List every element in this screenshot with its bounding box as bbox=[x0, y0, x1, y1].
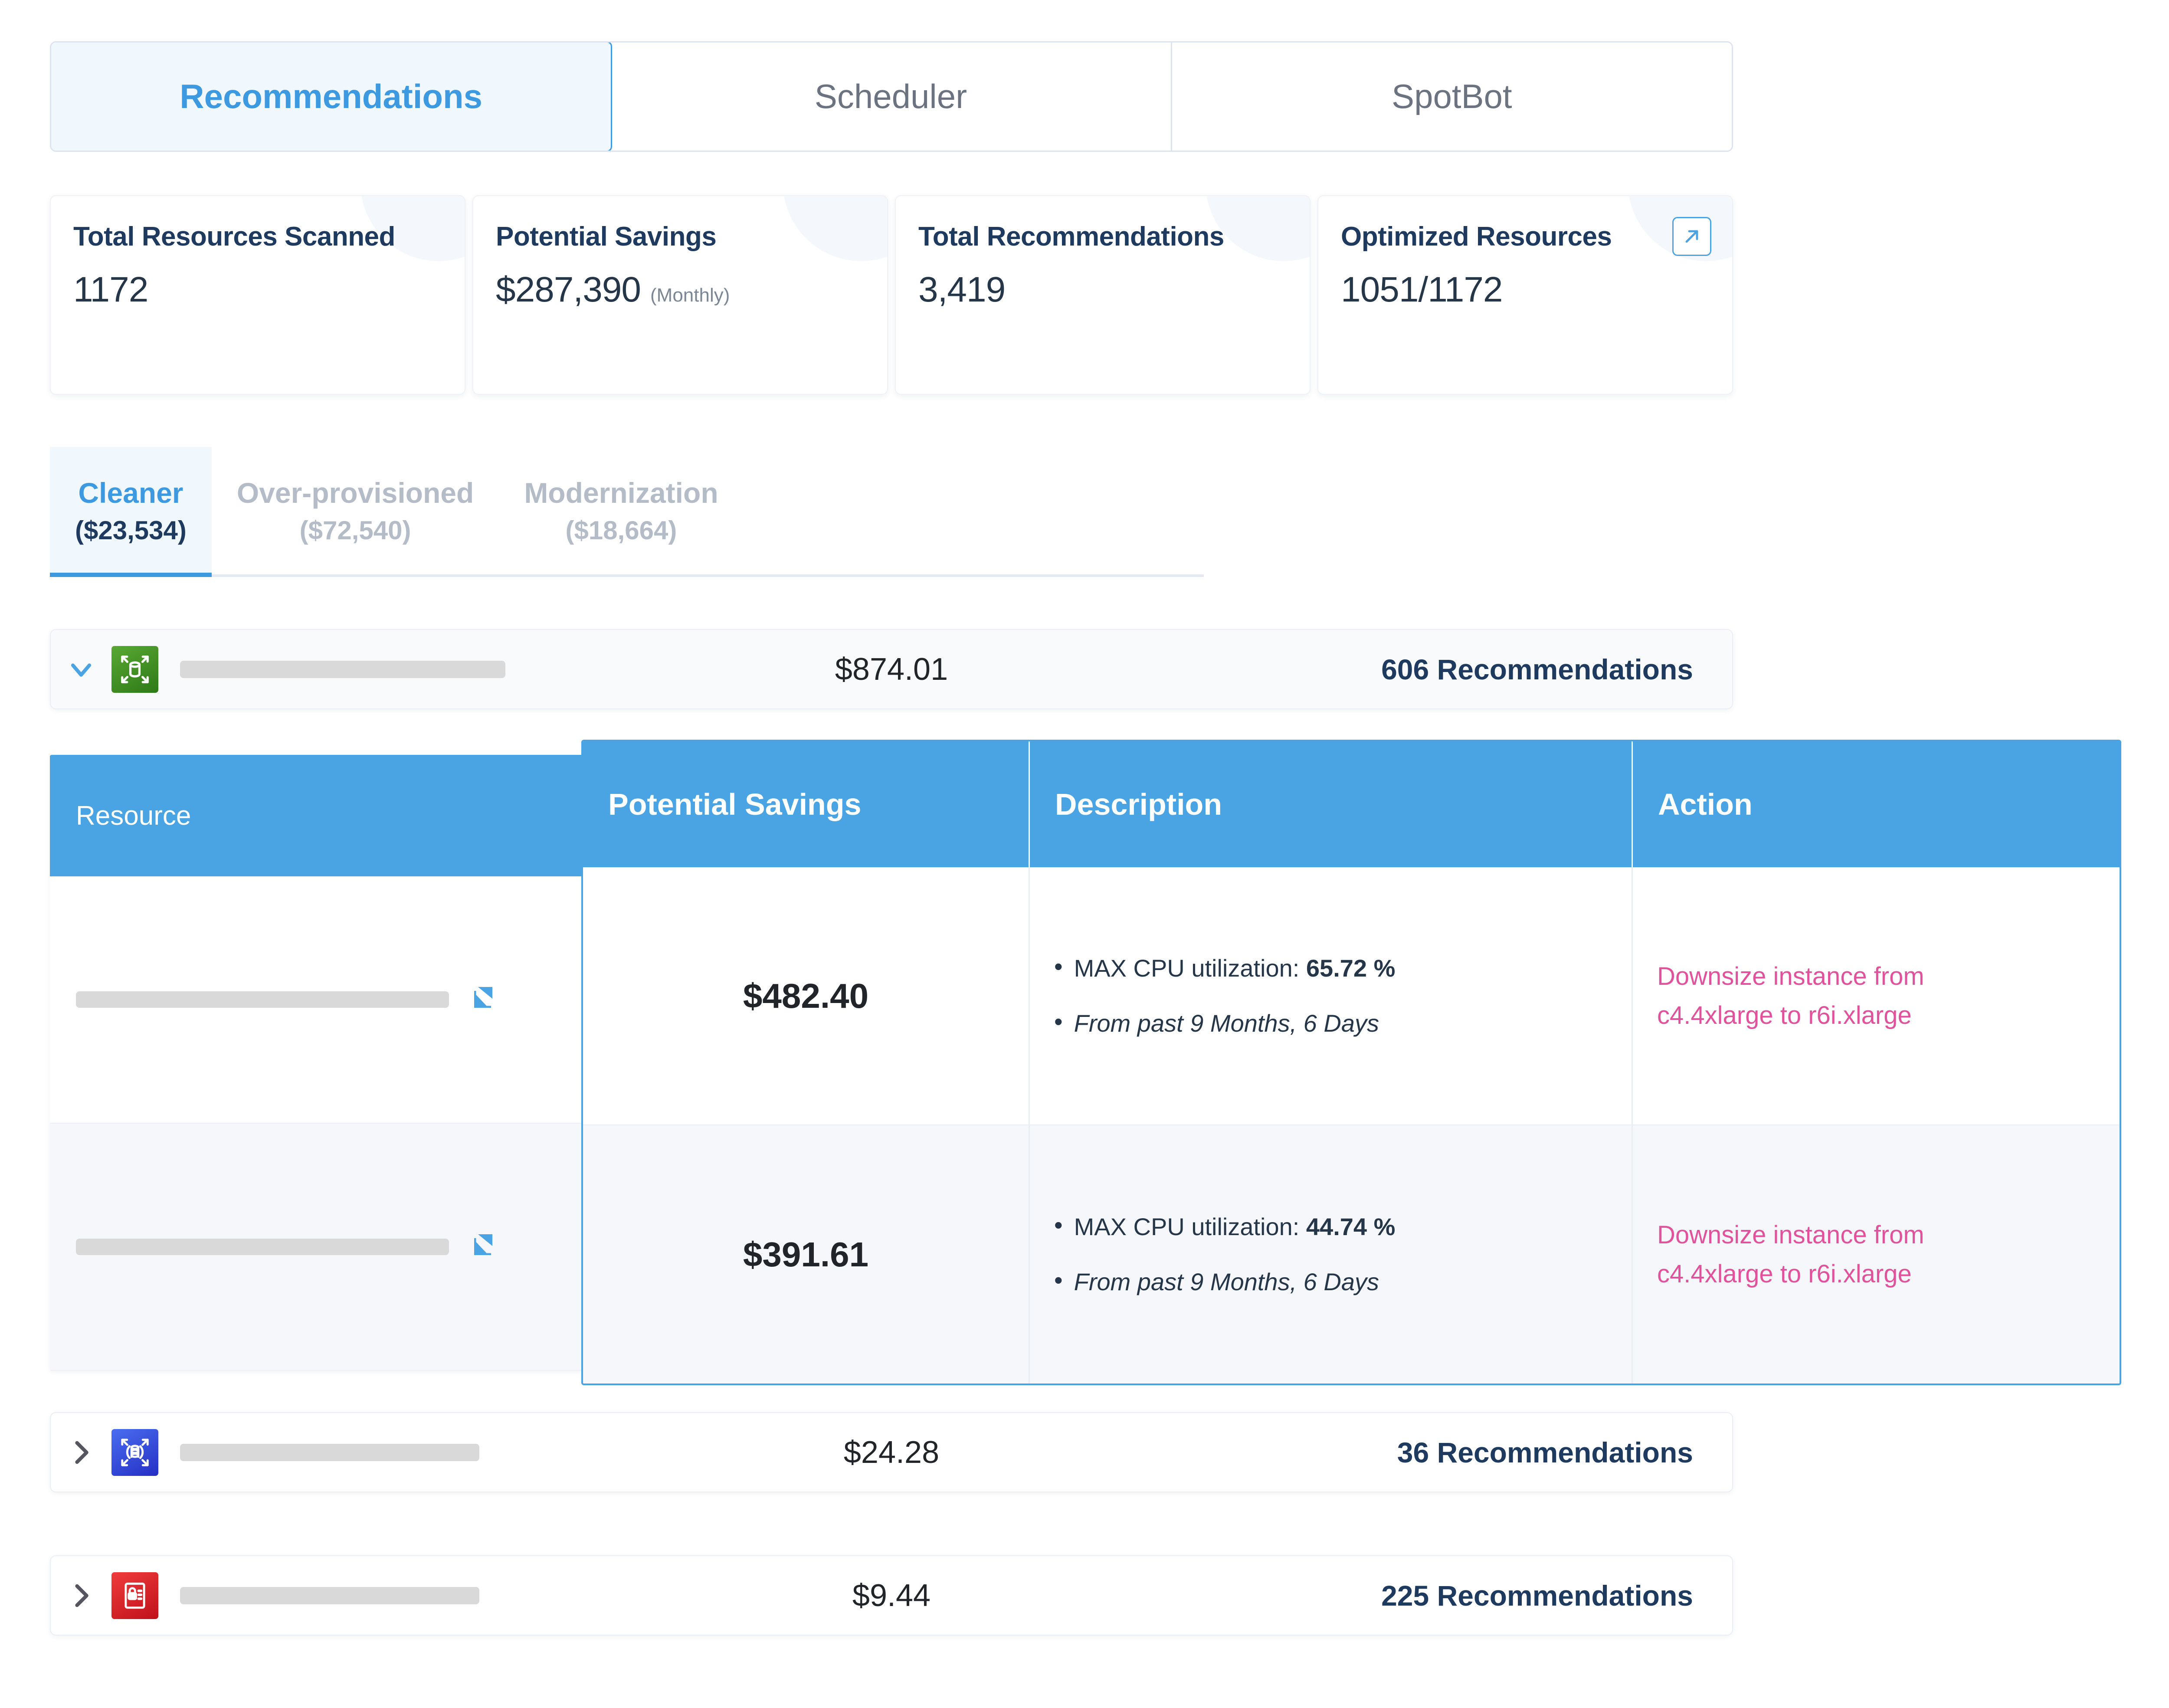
detail-row[interactable]: $482.40 • MAX CPU utilization: 65.72 % •… bbox=[583, 867, 2120, 1125]
detail-row[interactable]: $391.61 • MAX CPU utilization: 44.74 % •… bbox=[583, 1125, 2120, 1383]
resource-group-row-3[interactable]: $9.44 225 Recommendations bbox=[50, 1555, 1733, 1636]
kpi-value: 1051/1172 bbox=[1341, 270, 1503, 309]
tab-recommendations-label: Recommendations bbox=[180, 77, 483, 115]
action-line-1: Downsize instance from bbox=[1657, 1220, 1924, 1249]
metric-value: 44.74 % bbox=[1306, 1213, 1396, 1241]
external-link-arrow-icon bbox=[1685, 230, 1698, 243]
redacted-resource-name bbox=[180, 1443, 479, 1461]
column-header-resource: Resource bbox=[76, 800, 191, 831]
action-line-1: Downsize instance from bbox=[1657, 962, 1924, 990]
bullet-dot-icon: • bbox=[1054, 1007, 1063, 1035]
kpi-title: Optimized Resources bbox=[1341, 222, 1612, 252]
kpi-value: 3,419 bbox=[918, 270, 1006, 309]
kpi-value-row: $287,390 (Monthly) bbox=[496, 269, 865, 310]
database-resize-icon bbox=[111, 1429, 158, 1476]
metric-label: MAX CPU utilization: bbox=[1074, 954, 1300, 982]
group-recommendation-count: 225 Recommendations bbox=[1381, 1579, 1693, 1612]
expand-chevron-right[interactable] bbox=[51, 1436, 111, 1469]
column-header-potential-savings: Potential Savings bbox=[583, 741, 1030, 867]
resource-group-row-1[interactable]: $874.01 606 Recommendations bbox=[50, 629, 1733, 709]
kpi-card-potential-savings: Potential Savings $287,390 (Monthly) bbox=[472, 195, 888, 395]
expand-arrow-icon bbox=[474, 1234, 492, 1255]
redacted-resource-id bbox=[76, 1239, 449, 1255]
action-line-2: c4.4xlarge to r6i.xlarge bbox=[1657, 1001, 1912, 1029]
resource-group-row-2[interactable]: $24.28 36 Recommendations bbox=[50, 1412, 1733, 1492]
kpi-title: Total Resources Scanned bbox=[73, 222, 395, 252]
action-recommendation-text: Downsize instance from c4.4xlarge to r6i… bbox=[1657, 957, 2100, 1035]
subtab-cleaner-label: Cleaner bbox=[78, 476, 183, 509]
chevron-right-icon bbox=[75, 1584, 88, 1607]
kpi-card-total-resources-scanned: Total Resources Scanned 1172 bbox=[50, 195, 465, 395]
description-bullet-metric: • MAX CPU utilization: 44.74 % bbox=[1054, 1213, 1614, 1241]
subtab-over-provisioned-label: Over-provisioned bbox=[236, 476, 474, 509]
kpi-value-row: 1172 bbox=[73, 269, 442, 310]
subtab-modernization[interactable]: Modernization ($18,664) bbox=[499, 447, 743, 574]
kpi-value-suffix: (Monthly) bbox=[650, 285, 730, 306]
kpi-title: Potential Savings bbox=[496, 222, 717, 252]
open-external-button[interactable] bbox=[1672, 217, 1711, 256]
subtab-over-provisioned-amount: ($72,540) bbox=[299, 515, 411, 545]
bullet-dot-icon: • bbox=[1054, 1211, 1063, 1239]
subtab-cleaner-amount: ($23,534) bbox=[75, 515, 187, 545]
group-recommendation-count: 36 Recommendations bbox=[1397, 1436, 1693, 1469]
cell-resource bbox=[50, 983, 592, 1016]
subtab-modernization-label: Modernization bbox=[524, 476, 718, 509]
column-header-action: Action bbox=[1658, 787, 1753, 821]
tab-recommendations[interactable]: Recommendations bbox=[51, 43, 613, 151]
autoscaling-resize-icon bbox=[111, 646, 158, 693]
chevron-down-icon bbox=[71, 663, 92, 677]
kpi-value: 1172 bbox=[73, 270, 148, 309]
period-text: From past 9 Months, 6 Days bbox=[1074, 1268, 1379, 1295]
kpi-card-total-recommendations: Total Recommendations 3,419 bbox=[895, 195, 1311, 395]
chevron-right-icon bbox=[75, 1441, 88, 1464]
kpi-value-row: 1051/1172 bbox=[1341, 269, 1710, 310]
expand-arrow-icon bbox=[474, 987, 492, 1008]
cell-action[interactable]: Downsize instance from c4.4xlarge to r6i… bbox=[1633, 1125, 2120, 1383]
redacted-resource-name bbox=[180, 1587, 479, 1604]
kpi-title: Total Recommendations bbox=[918, 222, 1224, 252]
recommendation-detail-panel: Potential Savings Description Action $48… bbox=[581, 740, 2121, 1385]
subtab-modernization-amount: ($18,664) bbox=[565, 515, 677, 545]
category-subtab-bar: Cleaner ($23,534) Over-provisioned ($72,… bbox=[50, 447, 1204, 577]
cell-potential-savings: $391.61 bbox=[583, 1125, 1030, 1383]
period-text: From past 9 Months, 6 Days bbox=[1074, 1009, 1379, 1037]
action-line-2: c4.4xlarge to r6i.xlarge bbox=[1657, 1259, 1912, 1288]
description-bullet-metric: • MAX CPU utilization: 65.72 % bbox=[1054, 954, 1614, 982]
group-recommendation-count: 606 Recommendations bbox=[1381, 653, 1693, 685]
bullet-dot-icon: • bbox=[1054, 1266, 1063, 1294]
cell-resource bbox=[50, 1230, 592, 1264]
cell-description: • MAX CPU utilization: 65.72 % • From pa… bbox=[1030, 867, 1633, 1124]
main-tab-bar: Recommendations Scheduler SpotBot bbox=[50, 41, 1733, 152]
tab-spotbot[interactable]: SpotBot bbox=[1172, 43, 1732, 151]
kpi-card-row: Total Resources Scanned 1172 Potential S… bbox=[50, 195, 1733, 395]
action-recommendation-text: Downsize instance from c4.4xlarge to r6i… bbox=[1657, 1216, 2100, 1294]
redacted-resource-id bbox=[76, 991, 449, 1008]
collapse-chevron-down[interactable] bbox=[51, 653, 111, 686]
tab-spotbot-label: SpotBot bbox=[1392, 77, 1512, 115]
open-resource-detail-icon[interactable] bbox=[466, 1230, 498, 1264]
expand-chevron-right[interactable] bbox=[51, 1579, 111, 1612]
redacted-resource-name bbox=[180, 660, 505, 678]
metric-label: MAX CPU utilization: bbox=[1074, 1213, 1300, 1241]
subtab-cleaner[interactable]: Cleaner ($23,534) bbox=[50, 447, 212, 577]
tab-scheduler-label: Scheduler bbox=[814, 77, 967, 115]
bullet-dot-icon: • bbox=[1054, 953, 1063, 980]
description-bullet-period: • From past 9 Months, 6 Days bbox=[1054, 1268, 1614, 1296]
metric-value: 65.72 % bbox=[1306, 954, 1396, 982]
secrets-lock-icon bbox=[111, 1572, 158, 1619]
kpi-card-optimized-resources: Optimized Resources 1051/1172 bbox=[1317, 195, 1733, 395]
cell-action[interactable]: Downsize instance from c4.4xlarge to r6i… bbox=[1633, 867, 2120, 1124]
kpi-value-row: 3,419 bbox=[918, 269, 1287, 310]
cell-description: • MAX CPU utilization: 44.74 % • From pa… bbox=[1030, 1125, 1633, 1383]
detail-header-row: Potential Savings Description Action bbox=[583, 741, 2120, 867]
column-header-description: Description bbox=[1030, 741, 1633, 867]
subtab-over-provisioned[interactable]: Over-provisioned ($72,540) bbox=[212, 447, 499, 574]
description-bullet-period: • From past 9 Months, 6 Days bbox=[1054, 1007, 1614, 1037]
open-resource-detail-icon[interactable] bbox=[466, 983, 498, 1016]
kpi-value: $287,390 bbox=[496, 270, 641, 309]
cell-potential-savings: $482.40 bbox=[583, 867, 1030, 1124]
tab-scheduler[interactable]: Scheduler bbox=[611, 43, 1172, 151]
